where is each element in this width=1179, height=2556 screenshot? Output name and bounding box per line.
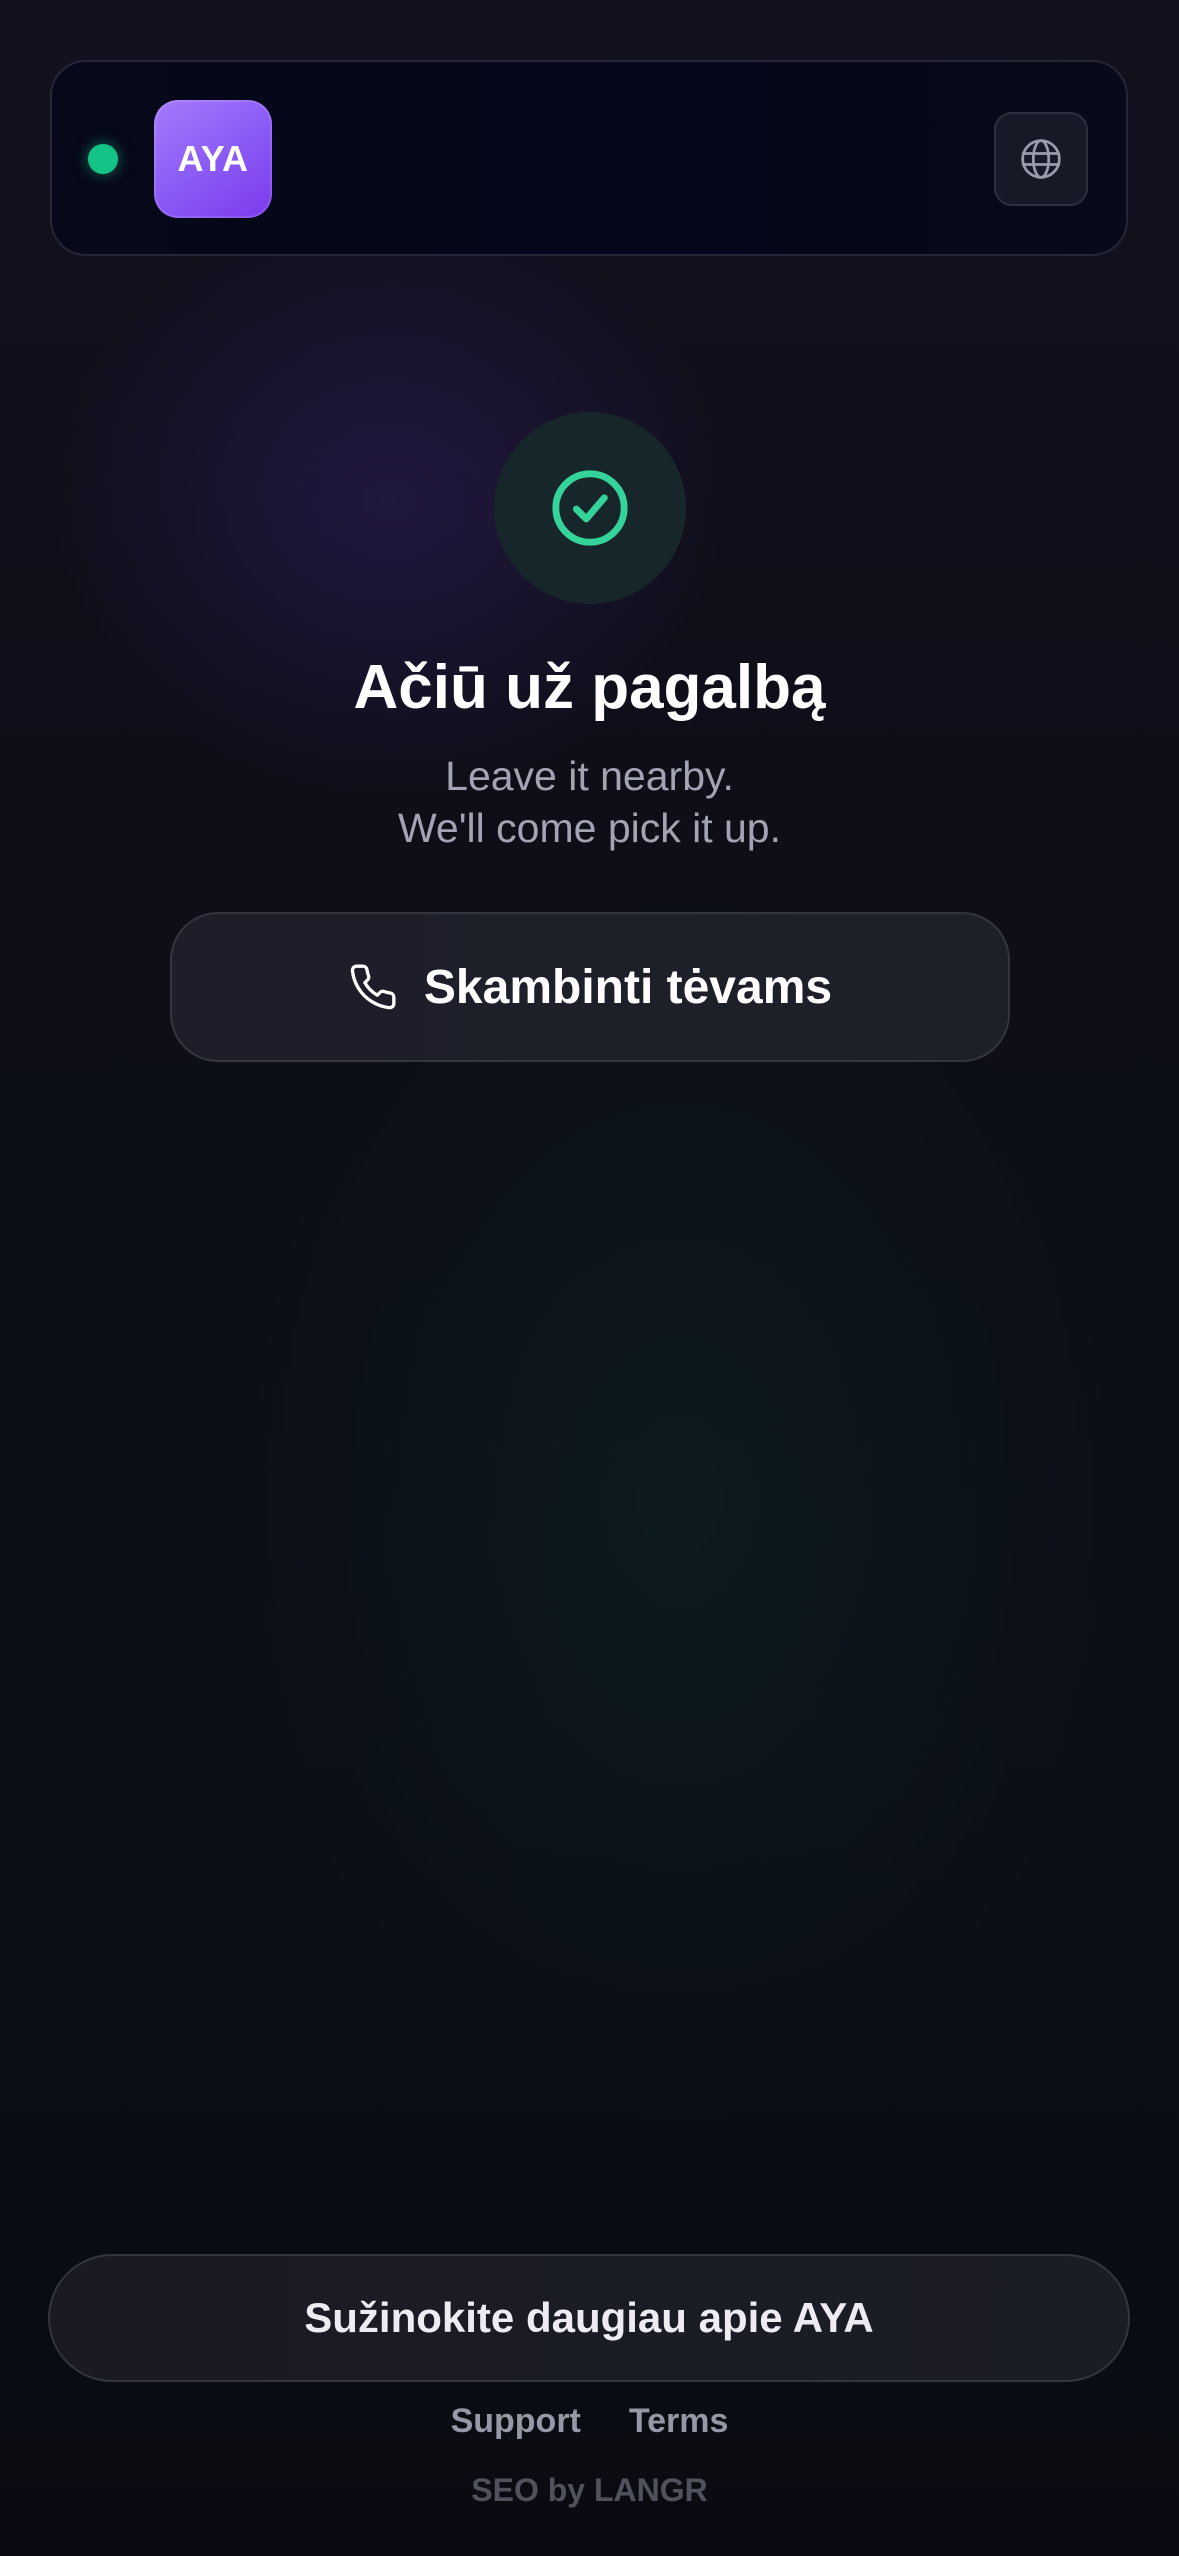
- header-bar: AYA: [50, 60, 1128, 256]
- page-title: Ačiū už pagalbą: [353, 653, 826, 722]
- call-parents-button[interactable]: Skambinti tėvams: [170, 912, 1010, 1062]
- learn-more-button[interactable]: Sužinokite daugiau apie AYA: [48, 2254, 1130, 2382]
- support-link[interactable]: Support: [451, 2402, 581, 2441]
- check-circle-icon: [552, 470, 628, 546]
- seo-credit: SEO by LANGR: [471, 2472, 708, 2508]
- status-indicator: [88, 144, 118, 174]
- terms-link[interactable]: Terms: [629, 2402, 729, 2441]
- success-badge: [494, 412, 686, 604]
- globe-icon: [1021, 139, 1061, 179]
- page-background: [0, 0, 1179, 2556]
- subtitle-line-1: Leave it nearby.: [445, 753, 734, 799]
- aya-logo[interactable]: AYA: [154, 100, 272, 218]
- phone-icon: [350, 964, 396, 1010]
- learn-more-label: Sužinokite daugiau apie AYA: [304, 2294, 874, 2341]
- language-button[interactable]: [994, 112, 1088, 206]
- subtitle-line-2: We'll come pick it up.: [397, 805, 782, 851]
- footer-links: Support Terms: [0, 2402, 1179, 2441]
- call-button-label: Skambinti tėvams: [423, 960, 833, 1014]
